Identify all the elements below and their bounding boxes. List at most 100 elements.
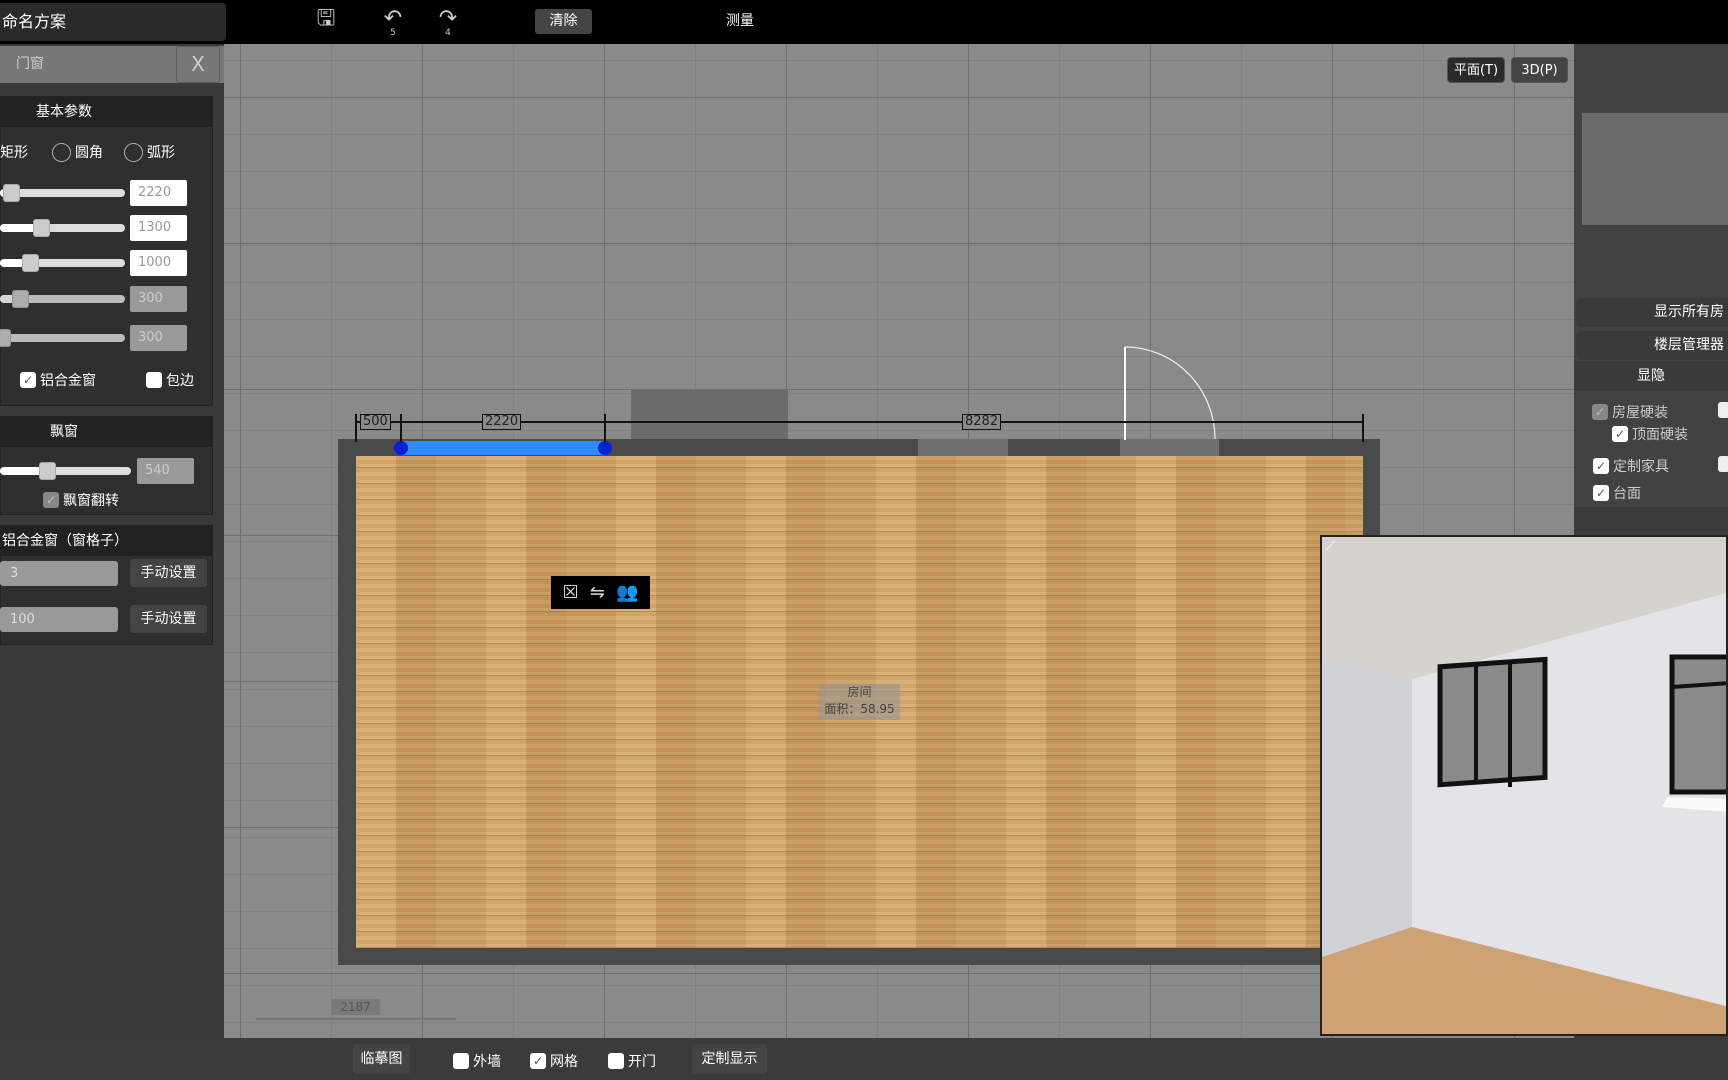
param-input[interactable]: 1300	[130, 215, 187, 241]
dimension-tick	[355, 414, 357, 442]
redo-count: 4	[445, 28, 451, 38]
dimension-label[interactable]: 2220	[482, 414, 522, 430]
section-title: 铝合金窗（窗格子）	[0, 526, 213, 556]
param-input-disabled: 300	[130, 286, 187, 312]
close-panel-button[interactable]: X	[176, 46, 220, 83]
grid-checkbox[interactable]: ✓ 网格	[530, 1051, 578, 1071]
size-readout: 2187	[331, 999, 380, 1015]
check-icon[interactable]: ✓	[1593, 458, 1609, 474]
edging-checkbox[interactable]: 包边	[146, 370, 194, 390]
users-icon[interactable]: 👥	[616, 582, 638, 603]
checkbox-box[interactable]	[453, 1053, 469, 1069]
bay-slider[interactable]	[0, 462, 131, 480]
window-handle-right[interactable]	[598, 441, 612, 455]
project-title[interactable]: 命名方案	[0, 3, 226, 41]
checkbox-label: 包边	[166, 373, 194, 389]
manual-set-button[interactable]: 手动设置	[130, 605, 207, 633]
save-icon[interactable]: 🖫	[311, 6, 341, 38]
check-icon: ✓	[1592, 404, 1608, 420]
checkbox-label: 定制家具	[1613, 459, 1669, 475]
wall-opening[interactable]	[918, 439, 1008, 456]
checkbox-label: 台面	[1613, 486, 1641, 502]
manual-set-button[interactable]: 手动设置	[130, 559, 207, 587]
checkbox-label: 铝合金窗	[40, 373, 96, 389]
param-input[interactable]: 2220	[130, 180, 187, 206]
radio-circle[interactable]	[124, 142, 143, 162]
window-handle-left[interactable]	[394, 441, 408, 455]
show-all-rooms-button[interactable]: 显示所有房	[1576, 298, 1728, 327]
checkbox-box[interactable]	[608, 1053, 624, 1069]
check-icon[interactable]: ✓	[1593, 485, 1609, 501]
dimension-label[interactable]: 500	[360, 414, 391, 430]
clear-button[interactable]: 清除	[535, 9, 592, 34]
selected-window[interactable]	[401, 441, 605, 455]
check-icon: ✓	[43, 492, 59, 508]
grid-size-input[interactable]: 100	[0, 607, 118, 632]
swap-icon[interactable]: ⇋	[590, 582, 605, 603]
checkbox-label: 飘窗翻转	[63, 493, 119, 509]
dimension-tick	[1362, 414, 1364, 442]
room-label[interactable]: 房间 面积：58.95	[819, 684, 900, 720]
aluminum-window-checkbox[interactable]: ✓ 铝合金窗	[20, 370, 96, 390]
bay-flip-checkbox: ✓ 飘窗翻转	[43, 490, 119, 510]
check-icon[interactable]: ✓	[1612, 426, 1628, 442]
param-input-disabled: 300	[130, 325, 187, 351]
slider-knob[interactable]	[33, 219, 50, 237]
slider-knob[interactable]	[39, 462, 56, 480]
close-icon[interactable]: ☒	[563, 582, 579, 603]
param-slider[interactable]	[0, 219, 125, 237]
checkbox-label: 外墙	[473, 1054, 501, 1070]
countertop-checkbox[interactable]: ✓ 台面	[1593, 483, 1641, 503]
param-slider[interactable]	[0, 184, 125, 202]
shape-radio-arc[interactable]: 弧形	[124, 142, 175, 162]
check-icon[interactable]: ✓	[530, 1053, 546, 1069]
3d-view-button[interactable]: 3D(P)	[1511, 57, 1568, 83]
check-icon[interactable]: ✓	[20, 372, 36, 388]
open-door-checkbox[interactable]: 开门	[608, 1051, 656, 1071]
ceiling-decor-checkbox[interactable]: ✓ 顶面硬装	[1612, 424, 1688, 444]
outer-wall-checkbox[interactable]: 外墙	[453, 1051, 501, 1071]
param-input[interactable]: 1000	[130, 250, 187, 276]
checkbox-label: 网格	[550, 1054, 578, 1070]
room-area: 面积：58.95	[824, 702, 895, 716]
custom-furniture-checkbox[interactable]: ✓ 定制家具	[1593, 456, 1669, 476]
shape-radio-rounded[interactable]: 圆角	[52, 142, 103, 162]
redo-button[interactable]: ↷ 4	[433, 6, 463, 38]
radio-circle[interactable]	[52, 142, 71, 162]
floor-manager-button[interactable]: 楼层管理器	[1576, 331, 1728, 360]
visibility-header: 显隐	[1574, 361, 1728, 391]
undo-button[interactable]: ↶ 5	[378, 6, 408, 38]
plan-view-button[interactable]: 平面(T)	[1447, 57, 1505, 83]
slider-knob[interactable]	[3, 184, 20, 202]
custom-display-button[interactable]: 定制显示	[692, 1044, 767, 1074]
checkbox-label: 顶面硬装	[1632, 427, 1688, 443]
radio-label: 矩形	[0, 145, 28, 161]
dimension-tick	[400, 414, 402, 442]
top-toolbar	[0, 0, 1728, 44]
checkbox-box[interactable]	[146, 372, 162, 388]
param-slider-disabled	[0, 290, 125, 308]
3d-preview[interactable]: ⟋	[1320, 535, 1728, 1036]
resize-icon[interactable]: ⟋	[1326, 539, 1335, 554]
shape-radio-rect[interactable]: 矩形	[0, 142, 28, 162]
param-slider-disabled	[0, 329, 125, 347]
dimension-label[interactable]: 8282	[962, 414, 1002, 430]
checkbox-partial[interactable]	[1718, 456, 1728, 472]
3d-room-render	[1322, 537, 1726, 1034]
room-name: 房间	[847, 685, 872, 699]
bay-depth-input: 540	[137, 458, 194, 484]
horizontal-scrollbar[interactable]	[256, 1018, 456, 1020]
checkbox-partial[interactable]	[1718, 402, 1728, 418]
slider-knob	[12, 290, 29, 308]
trace-image-button[interactable]: 临摹图	[353, 1044, 410, 1074]
radio-label: 弧形	[147, 145, 175, 161]
param-slider[interactable]	[0, 254, 125, 272]
slider-knob[interactable]	[22, 254, 39, 272]
door-swing-icon	[1124, 346, 1216, 440]
radio-label: 圆角	[75, 145, 103, 161]
measure-button[interactable]: 测量	[720, 9, 760, 34]
grid-count-input[interactable]: 3	[0, 561, 118, 586]
window-action-popup: ☒ ⇋ 👥	[551, 576, 650, 609]
floor-thumbnail[interactable]	[1582, 113, 1728, 225]
section-title: 飘窗	[0, 417, 213, 447]
